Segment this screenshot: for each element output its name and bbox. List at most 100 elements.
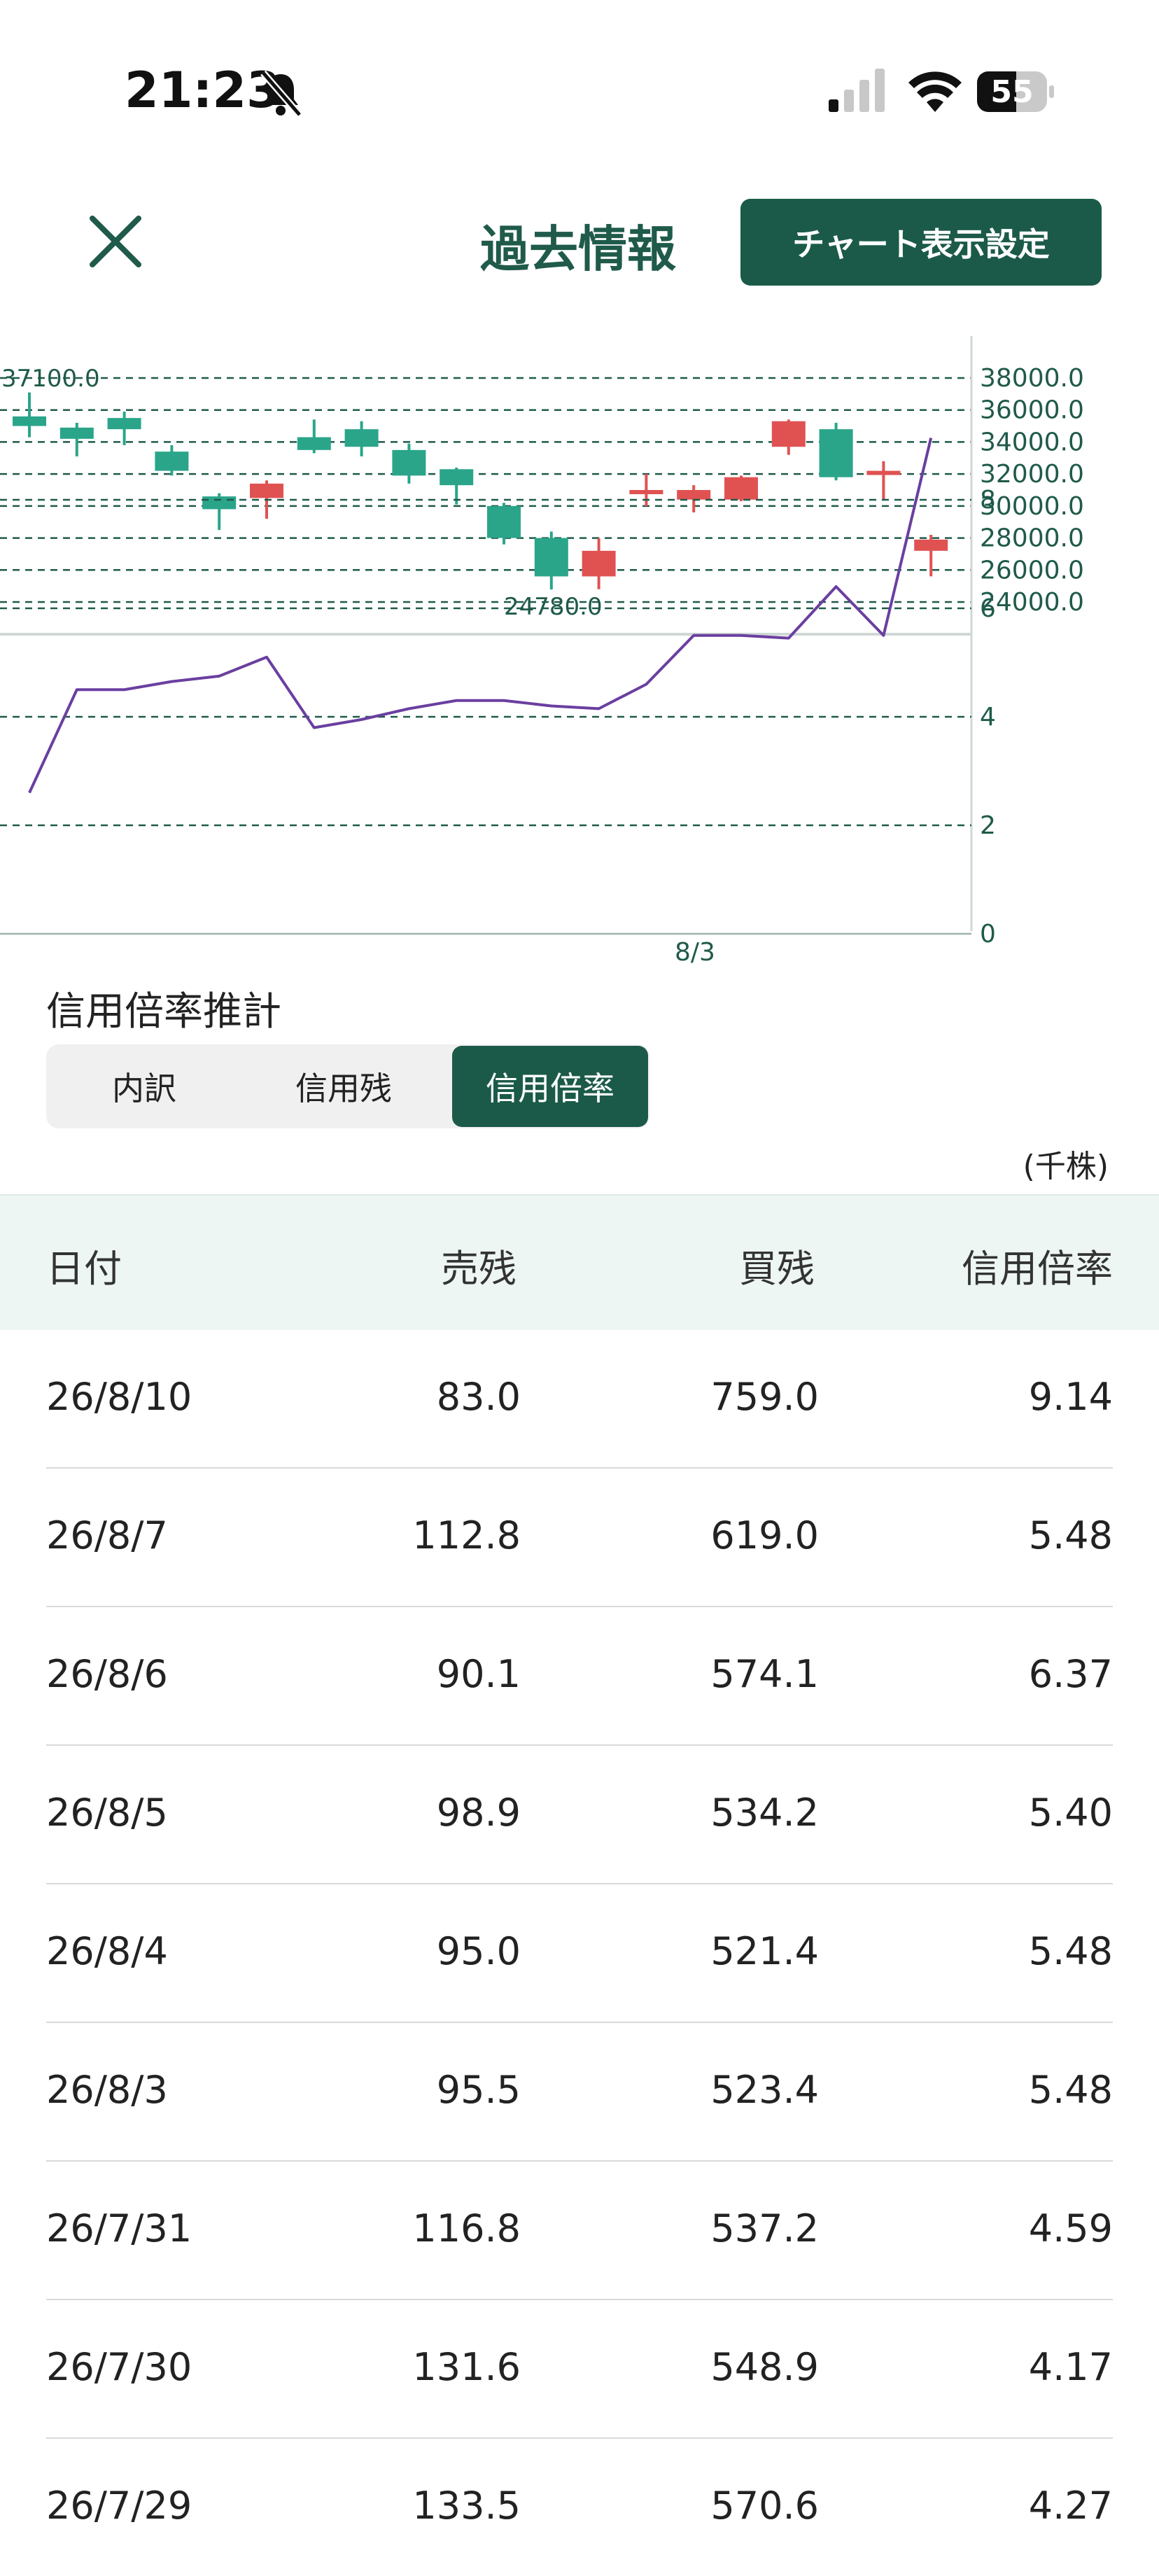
header-margin-ratio: 信用倍率 (962, 1247, 1113, 1291)
page-title-text: 過去情報 (480, 220, 676, 278)
cell-ratio: 5.48 (1028, 1513, 1113, 1558)
cell-ratio: 5.48 (1028, 2068, 1113, 2112)
cell-buy: 574.1 (710, 1652, 819, 1696)
y-axis-tick-label: 26000.0 (980, 556, 1084, 584)
cell-sell: 131.6 (412, 2345, 521, 2389)
cell-ratio: 5.40 (1028, 1791, 1113, 1835)
y-axis-tick-label: 2 (980, 811, 996, 840)
tab-breakdown[interactable]: 内訳 (46, 1044, 242, 1128)
cell-sell: 133.5 (412, 2484, 521, 2528)
candle-body (724, 477, 758, 500)
cell-sell: 112.8 (412, 1513, 521, 1558)
y-axis-tick-label: 8 (980, 486, 996, 514)
table-row: 26/8/10 83.0 759.0 9.14 (46, 1330, 1113, 1469)
candle-body (677, 490, 711, 500)
candle-body (344, 429, 379, 447)
battery-icon: 55 (977, 71, 1055, 112)
bell-muted-icon (260, 70, 302, 118)
cell-ratio: 4.17 (1028, 2345, 1113, 2389)
candle-body (59, 427, 94, 439)
candle-body (155, 451, 189, 471)
cell-date: 26/8/6 (46, 1652, 168, 1696)
cell-date: 26/7/31 (46, 2206, 192, 2250)
cell-date: 26/7/30 (46, 2345, 192, 2389)
cell-sell: 98.9 (436, 1791, 521, 1835)
table-row: 26/8/3 95.5 523.4 5.48 (46, 2023, 1113, 2162)
cell-sell: 95.0 (436, 1929, 521, 1973)
tab-margin-balance[interactable]: 信用残 (242, 1044, 445, 1128)
y-axis-tick-label: 4 (980, 703, 996, 732)
candlestick-chart: 38000.036000.034000.032000.030000.028000… (0, 336, 1084, 931)
candle-body (866, 470, 901, 475)
candle-body (914, 539, 948, 551)
wifi-icon (908, 71, 962, 112)
cell-buy: 521.4 (710, 1929, 819, 1973)
low-price-label: 24780.0 (504, 593, 603, 621)
cell-date: 26/7/29 (46, 2484, 192, 2528)
cell-ratio: 4.59 (1028, 2206, 1113, 2250)
section-title: 信用倍率推計 (46, 989, 281, 1035)
cell-sell: 95.5 (436, 2068, 521, 2112)
chart-settings-button[interactable]: チャート表示設定 (740, 199, 1102, 286)
cell-ratio: 9.14 (1028, 1375, 1113, 1419)
candle-body (487, 505, 521, 538)
candle-body (107, 418, 141, 430)
cell-buy: 619.0 (710, 1513, 819, 1558)
table-header: 日付 売残 買残 信用倍率 (0, 1194, 1159, 1330)
cellular-signal-icon (829, 69, 885, 112)
candle-body (392, 449, 426, 476)
table-row: 26/8/7 112.8 619.0 5.48 (46, 1469, 1113, 1607)
header-buy-balance: 買残 (739, 1247, 815, 1291)
cell-date: 26/8/5 (46, 1791, 168, 1835)
y-axis-tick-label: 38000.0 (980, 364, 1084, 393)
unit-label: (千株) (1023, 1149, 1109, 1184)
cell-ratio: 4.27 (1028, 2484, 1113, 2528)
y-axis-tick-label: 36000.0 (980, 396, 1084, 425)
cell-buy: 537.2 (710, 2206, 819, 2250)
tab-margin-ratio[interactable]: 信用倍率 (452, 1046, 648, 1127)
candle-body (202, 496, 237, 510)
candle-body (534, 538, 568, 577)
y-axis-tick-label: 34000.0 (980, 428, 1084, 456)
cell-buy: 759.0 (710, 1375, 819, 1419)
candle-body (297, 437, 331, 450)
candle-body (629, 490, 663, 494)
page-title: 過去情報 (392, 210, 770, 281)
header-sell-balance: 売残 (441, 1247, 517, 1291)
table-row: 26/7/31 116.8 537.2 4.59 (46, 2162, 1113, 2300)
candle-body (440, 469, 474, 486)
table-row: 26/7/30 131.6 548.9 4.17 (46, 2300, 1113, 2439)
cell-sell: 116.8 (412, 2206, 521, 2250)
cell-ratio: 5.48 (1028, 1929, 1113, 1973)
table-row: 26/8/5 98.9 534.2 5.40 (46, 1746, 1113, 1884)
candle-body (582, 550, 616, 577)
close-icon[interactable] (84, 210, 147, 273)
ratio-series-line (28, 438, 933, 794)
table-row: 26/7/29 133.5 570.6 4.27 (46, 2439, 1113, 2576)
view-segmented-control: 内訳 信用残 信用倍率 (46, 1044, 649, 1128)
battery-level: 55 (990, 74, 1034, 110)
cell-date: 26/8/10 (46, 1375, 192, 1419)
candle-body (250, 483, 283, 498)
cell-ratio: 6.37 (1028, 1652, 1113, 1696)
y-axis-tick-label: 6 (980, 594, 996, 623)
candle-body (771, 421, 806, 447)
cell-sell: 90.1 (436, 1652, 521, 1696)
candle-body (819, 429, 853, 477)
y-axis-tick-label: 0 (980, 920, 996, 948)
cell-buy: 534.2 (710, 1791, 819, 1835)
y-axis-tick-label: 28000.0 (980, 524, 1084, 553)
table-row: 26/8/4 95.0 521.4 5.48 (46, 1884, 1113, 2023)
candle-body (13, 416, 46, 426)
table-row: 26/8/6 90.1 574.1 6.37 (46, 1607, 1113, 1746)
cell-buy: 570.6 (710, 2484, 819, 2528)
cell-date: 26/8/7 (46, 1513, 168, 1558)
cell-buy: 523.4 (710, 2068, 819, 2112)
cell-buy: 548.9 (710, 2345, 819, 2389)
cell-date: 26/8/3 (46, 2068, 168, 2112)
x-axis-tick-label: 8/3 (675, 938, 715, 967)
header-date: 日付 (46, 1247, 122, 1291)
cell-date: 26/8/4 (46, 1929, 168, 1973)
y-axis-tick-label: 32000.0 (980, 460, 1084, 489)
status-time: 21:23 (125, 62, 281, 119)
